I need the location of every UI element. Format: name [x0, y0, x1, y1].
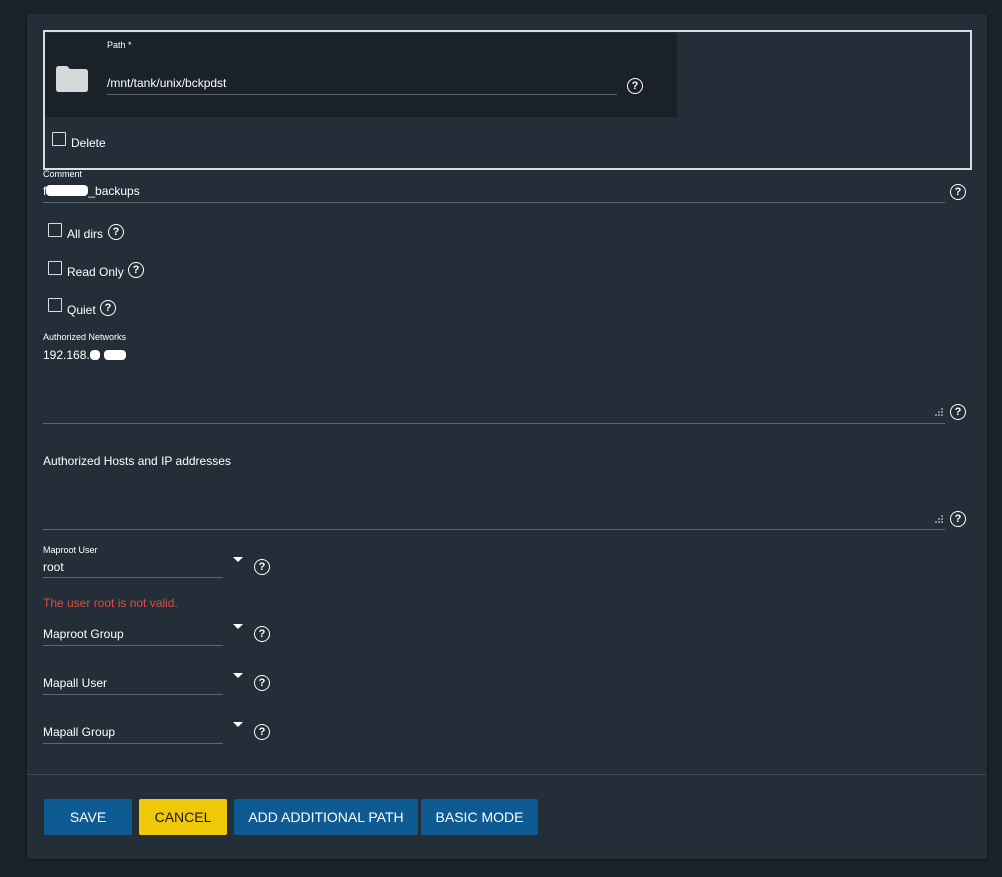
all-dirs-checkbox[interactable] — [48, 223, 62, 237]
cancel-button[interactable]: CANCEL — [139, 799, 227, 835]
quiet-help-icon[interactable]: ? — [100, 300, 116, 316]
maproot-user-help-icon[interactable]: ? — [254, 559, 270, 575]
all-dirs-label: All dirs — [67, 227, 104, 241]
resize-grip-icon[interactable] — [935, 408, 943, 416]
folder-icon[interactable] — [56, 66, 88, 92]
delete-label: Delete — [71, 136, 106, 150]
resize-grip-icon[interactable] — [935, 515, 943, 523]
mapall-user-underline — [43, 694, 223, 695]
comment-label: Comment — [43, 169, 83, 179]
mapall-group-select[interactable]: Mapall Group — [43, 725, 115, 739]
hosts-help-icon[interactable]: ? — [950, 511, 966, 527]
mapall-user-help-icon[interactable]: ? — [254, 675, 270, 691]
comment-underline — [43, 202, 945, 203]
networks-help-icon[interactable]: ? — [950, 404, 966, 420]
chevron-down-icon[interactable] — [233, 673, 243, 678]
quiet-label: Quiet — [67, 303, 96, 317]
path-underline — [107, 94, 617, 95]
maproot-user-select[interactable]: root — [43, 560, 64, 574]
path-input[interactable]: /mnt/tank/unix/bckpdst — [107, 76, 226, 90]
comment-help-icon[interactable]: ? — [950, 184, 966, 200]
actions-divider — [27, 774, 987, 775]
maproot-group-select[interactable]: Maproot Group — [43, 627, 124, 641]
chevron-down-icon[interactable] — [233, 557, 243, 562]
mapall-group-underline — [43, 743, 223, 744]
read-only-label: Read Only — [67, 265, 124, 279]
networks-value: 192.168. — [43, 348, 90, 362]
delete-checkbox[interactable] — [52, 132, 66, 146]
maproot-group-underline — [43, 645, 223, 646]
chevron-down-icon[interactable] — [233, 722, 243, 727]
hosts-textarea-placeholder[interactable]: Authorized Hosts and IP addresses — [43, 454, 231, 468]
comment-value-end: _backups — [88, 184, 140, 198]
read-only-checkbox[interactable] — [48, 261, 62, 275]
mapall-user-select[interactable]: Mapall User — [43, 676, 107, 690]
path-label: Path * — [107, 40, 132, 50]
networks-underline — [43, 423, 945, 424]
networks-textarea[interactable]: 192.168. — [43, 348, 126, 362]
maproot-group-help-icon[interactable]: ? — [254, 626, 270, 642]
redacted-block — [89, 350, 100, 360]
maproot-user-underline — [43, 577, 223, 578]
maproot-user-error: The user root is not valid. — [43, 596, 178, 610]
chevron-down-icon[interactable] — [233, 624, 243, 629]
path-field-container — [45, 33, 677, 117]
add-additional-path-button[interactable]: ADD ADDITIONAL PATH — [234, 799, 418, 835]
read-only-help-icon[interactable]: ? — [128, 262, 144, 278]
redacted-block — [103, 350, 126, 360]
all-dirs-help-icon[interactable]: ? — [108, 224, 124, 240]
basic-mode-button[interactable]: BASIC MODE — [421, 799, 538, 835]
hosts-underline — [43, 529, 945, 530]
maproot-user-label: Maproot User — [43, 545, 98, 555]
networks-label: Authorized Networks — [43, 332, 127, 342]
save-button[interactable]: SAVE — [44, 799, 132, 835]
comment-input[interactable]: f _backups — [43, 184, 140, 198]
path-help-icon[interactable]: ? — [627, 78, 643, 94]
quiet-checkbox[interactable] — [48, 298, 62, 312]
mapall-group-help-icon[interactable]: ? — [254, 724, 270, 740]
redacted-block — [46, 185, 89, 196]
